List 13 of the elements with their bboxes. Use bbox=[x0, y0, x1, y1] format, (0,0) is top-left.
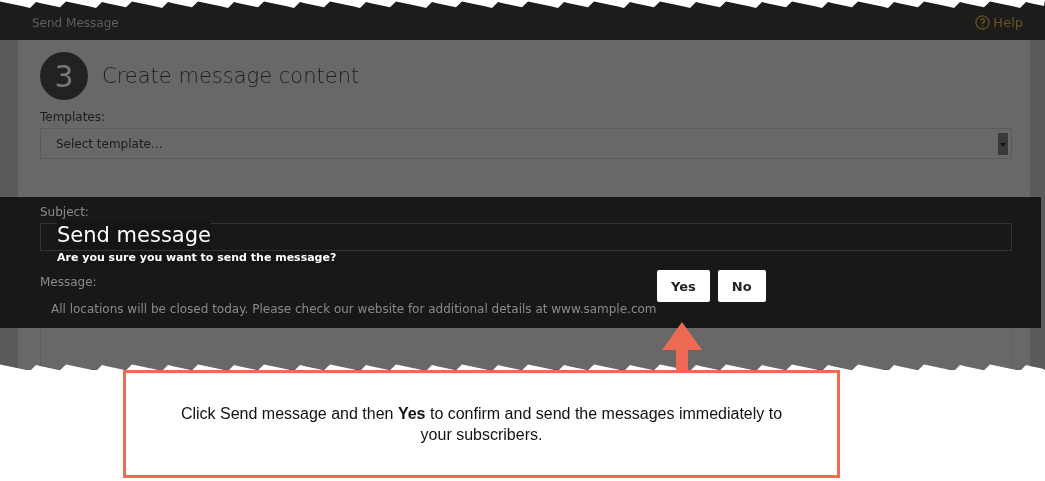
dialog-text: Are you sure you want to send the message? bbox=[57, 251, 337, 264]
yes-button[interactable]: Yes bbox=[657, 270, 710, 302]
field-label: Templates: bbox=[40, 110, 106, 124]
step-title: Create message content bbox=[102, 64, 360, 88]
dialog-title: Send message bbox=[57, 221, 211, 249]
message-text: All locations will be closed today. Please check our website for additional details at www.sample.com bbox=[51, 302, 657, 316]
field-label: Message: bbox=[40, 275, 97, 289]
step-number: 3 bbox=[40, 52, 88, 100]
callout-text: Click Send message and then Yes to confirm and send the messages immediately to your subscribers. bbox=[179, 404, 784, 445]
field-label: Subject: bbox=[40, 205, 89, 219]
template-select[interactable]: Select template... bbox=[40, 128, 1012, 159]
window-title: Send Message bbox=[32, 16, 119, 30]
no-button[interactable]: No bbox=[717, 270, 766, 302]
